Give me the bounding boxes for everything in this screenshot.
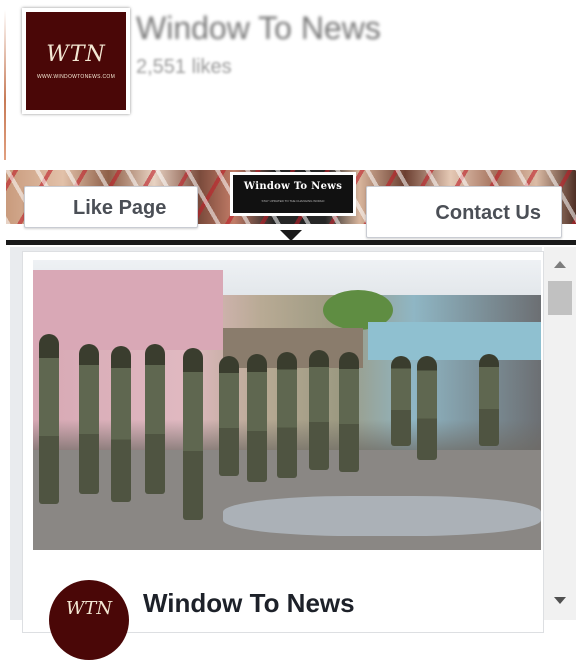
- tab-caret: [280, 230, 302, 241]
- timeline-feed[interactable]: WTN Window To News: [10, 247, 544, 660]
- soldier-figure: [479, 354, 499, 446]
- post-footer: WTN Window To News: [23, 552, 543, 660]
- soldier-figure: [79, 344, 99, 494]
- page-name[interactable]: Window To News: [136, 10, 381, 47]
- cover-badge: Window To News STAY UPDATED TO THE CHANG…: [230, 172, 356, 216]
- post-card: WTN Window To News: [22, 251, 544, 660]
- badge-title: Window To News: [243, 181, 343, 192]
- scroll-thumb[interactable]: [548, 281, 572, 315]
- likes-count: 2,551 likes: [136, 56, 232, 78]
- soldier-figure: [277, 352, 297, 478]
- soldier-figure: [391, 356, 411, 446]
- soldier-figure: [339, 352, 359, 472]
- vertical-scrollbar[interactable]: [544, 247, 576, 620]
- post-photo[interactable]: [33, 260, 541, 550]
- puddle-shape: [223, 496, 541, 536]
- scroll-up-arrow-icon[interactable]: [554, 261, 566, 268]
- page-header: WTN WWW.WINDOWTONEWS.COM Window To News …: [0, 0, 576, 168]
- soldier-figure: [145, 344, 165, 494]
- contact-us-button[interactable]: Contact Us: [366, 186, 562, 238]
- soldier-figure: [219, 356, 239, 476]
- badge-tagline: STAY UPDATED TO THE CHANGING WORLD: [261, 199, 325, 203]
- author-name[interactable]: Window To News: [143, 588, 355, 619]
- building-shape: [368, 322, 541, 360]
- logo-mark: WTN: [46, 42, 106, 67]
- soldier-figure: [247, 354, 267, 482]
- soldier-figure: [183, 348, 203, 520]
- soldier-figure: [309, 350, 329, 470]
- logo-image: WTN WWW.WINDOWTONEWS.COM: [26, 12, 126, 110]
- soldier-figure: [39, 334, 59, 504]
- author-avatar[interactable]: WTN: [49, 580, 129, 660]
- scroll-down-arrow-icon[interactable]: [554, 597, 566, 604]
- logo-url: WWW.WINDOWTONEWS.COM: [36, 74, 116, 80]
- accent-bar: [4, 10, 6, 160]
- page-logo[interactable]: WTN WWW.WINDOWTONEWS.COM: [22, 8, 130, 114]
- soldier-figure: [417, 356, 437, 460]
- soldier-figure: [111, 346, 131, 502]
- like-page-button[interactable]: Like Page: [24, 186, 198, 228]
- building-shape: [33, 270, 223, 350]
